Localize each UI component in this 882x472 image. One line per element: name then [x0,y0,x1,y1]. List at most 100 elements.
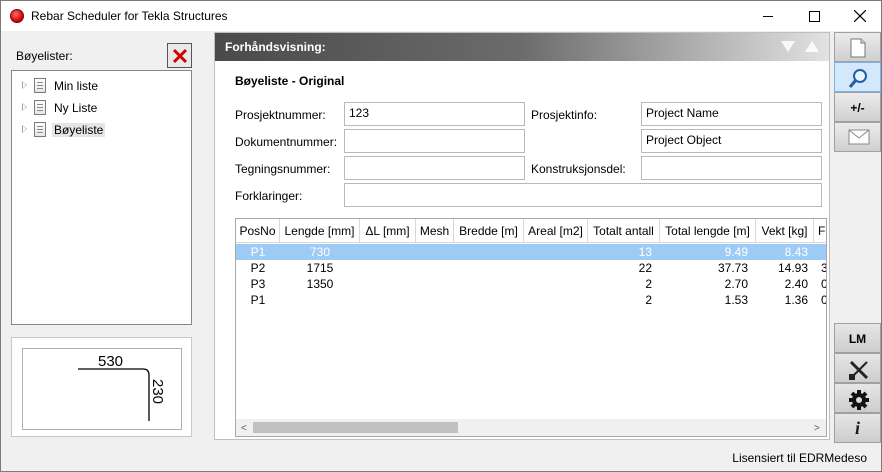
expand-arrow-icon[interactable] [22,125,27,133]
prosjektnummer-field[interactable]: 123 [344,102,525,126]
cell-fo: 0 [821,277,826,291]
cell-posno: P1 [250,245,266,259]
scroll-right-icon[interactable]: > [814,423,820,434]
move-down-icon[interactable] [781,41,795,52]
lm-label: LM [848,332,867,346]
column-header[interactable]: PosNo [236,219,280,243]
plus-minus-button[interactable]: +/- [834,92,881,122]
tree-item-min-liste[interactable]: Min liste [12,76,191,96]
tegningsnummer-field[interactable] [344,156,525,180]
horizontal-scrollbar[interactable]: < > [236,419,826,436]
table-row[interactable]: P1 2 1.53 1.36 0 [236,292,826,308]
maximize-button[interactable] [791,1,837,31]
lists-label: Bøyelister: [16,49,73,63]
preview-button[interactable] [834,62,881,92]
expand-arrow-icon[interactable] [22,81,27,89]
rebar-table[interactable]: PosNo Lengde [mm] ΔL [mm] Mesh Bredde [m… [235,218,827,437]
tree-item-label: Min liste [54,79,99,93]
info-button[interactable]: i [834,413,881,443]
close-window-button[interactable] [837,1,882,31]
cell-vekt: 2.40 [784,277,808,291]
shape-dim-vertical: 230 [149,379,166,404]
dokumentnummer-label: Dokumentnummer: [235,135,338,149]
document-icon [34,100,46,115]
list-tree[interactable]: Min liste Ny Liste Bøyeliste [11,70,192,325]
document-icon [34,78,46,93]
delete-list-button[interactable] [167,43,192,68]
cell-posno: P1 [250,293,266,307]
tools-icon [849,360,869,380]
column-header[interactable]: Fo [814,219,826,243]
cell-antall: 2 [645,293,652,307]
plus-minus-label: +/- [850,101,865,115]
cell-vekt: 14.93 [777,261,808,275]
forklaringer-label: Forklaringer: [235,189,303,203]
preview-header-title: Forhåndsvisning: [225,40,326,54]
column-header[interactable]: Totalt antall [588,219,660,243]
minimize-button[interactable] [745,1,791,31]
tree-item-ny-liste[interactable]: Ny Liste [12,98,191,118]
table-row[interactable]: P3 1350 2 2.70 2.40 0 [236,276,826,292]
table-row[interactable]: P1 730 13 9.49 8.43 [236,244,826,260]
cell-fo: 3 [821,261,826,275]
list-subtitle: Bøyeliste - Original [235,74,345,88]
document-icon [850,38,866,58]
prosjektnummer-label: Prosjektnummer: [235,108,326,122]
tegningsnummer-label: Tegningsnummer: [235,162,331,176]
prosjektinfo-object-field[interactable]: Project Object [641,129,822,153]
cell-fo: 0 [821,293,826,307]
lm-button[interactable]: LM [834,323,881,353]
cell-posno: P3 [250,277,266,291]
delete-x-icon [172,48,188,64]
bar-shape-canvas: 530 230 [22,348,182,430]
settings-button[interactable] [834,383,881,413]
document-icon [34,122,46,137]
cell-antall: 22 [638,261,652,275]
status-bar: Lisensiert til EDRMedeso [1,447,881,471]
prosjektinfo-name-field[interactable]: Project Name [641,102,822,126]
title-bar: Rebar Scheduler for Tekla Structures [1,1,881,31]
column-header[interactable]: Total lengde [m] [660,219,756,243]
column-header[interactable]: Vekt [kg] [756,219,814,243]
table-header: PosNo Lengde [mm] ΔL [mm] Mesh Bredde [m… [236,219,826,243]
column-header[interactable]: Lengde [mm] [280,219,360,243]
preview-header: Forhåndsvisning: [215,33,829,61]
info-icon: i [854,418,860,438]
expand-arrow-icon[interactable] [22,103,27,111]
app-logo-icon [10,9,24,23]
cell-total-lengde: 9.49 [724,245,748,259]
tree-item-label: Ny Liste [54,101,98,115]
license-status: Lisensiert til EDRMedeso [732,451,867,465]
column-header[interactable]: Bredde [m] [454,219,524,243]
window-title: Rebar Scheduler for Tekla Structures [31,9,228,23]
cell-antall: 2 [645,277,652,291]
tree-item-boyeliste[interactable]: Bøyeliste [12,120,191,140]
scroll-thumb[interactable] [253,422,458,433]
preview-panel: Forhåndsvisning: Bøyeliste - Original Pr… [214,32,830,440]
dokumentnummer-field[interactable] [344,129,525,153]
cell-vekt: 8.43 [784,245,808,259]
tree-item-label: Bøyeliste [52,123,106,137]
gear-icon [849,390,869,410]
prosjektinfo-label: Prosjektinfo: [531,108,598,122]
konstruksjonsdel-label: Konstruksjonsdel: [531,162,626,176]
konstruksjonsdel-field[interactable] [641,156,822,180]
column-header[interactable]: Areal [m2] [524,219,588,243]
cell-total-lengde: 2.70 [724,277,748,291]
cell-posno: P2 [250,261,266,275]
column-header[interactable]: Mesh [416,219,454,243]
move-up-icon[interactable] [805,41,819,52]
app-window: Rebar Scheduler for Tekla Structures Bøy… [0,0,882,472]
new-document-button[interactable] [834,32,881,62]
table-row[interactable]: P2 1715 22 37.73 14.93 3 [236,260,826,276]
cell-total-lengde: 37.73 [717,261,748,275]
magnifier-icon [848,69,867,88]
bar-shape-drawing: 530 230 [78,353,166,421]
cell-total-lengde: 1.53 [724,293,748,307]
scroll-left-icon[interactable]: < [241,423,247,434]
envelope-icon [848,129,870,145]
email-button[interactable] [834,122,881,152]
forklaringer-field[interactable] [344,183,822,207]
column-header[interactable]: ΔL [mm] [360,219,416,243]
tools-button[interactable] [834,353,881,383]
